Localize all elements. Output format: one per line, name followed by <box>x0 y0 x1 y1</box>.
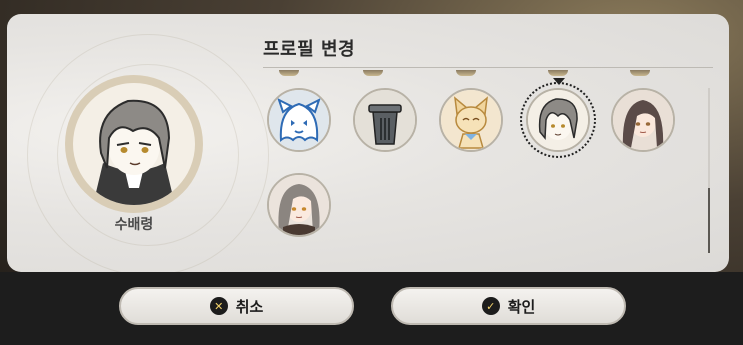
avatar-gray-hair-chibi[interactable] <box>520 82 596 158</box>
scrollbar-thumb[interactable] <box>708 188 710 253</box>
current-avatar-frame <box>65 75 203 213</box>
confirm-button[interactable]: ✓ 확인 <box>391 287 626 325</box>
scrolled-avatar-edge <box>630 70 650 76</box>
dialog-title: 프로필 변경 <box>263 39 356 60</box>
avatar-dark-hair-girl[interactable] <box>611 88 675 152</box>
avatar-gray-hair-girl[interactable] <box>267 173 331 237</box>
x-circle-icon: ✕ <box>209 297 228 315</box>
title-divider <box>263 67 713 68</box>
scrolled-avatar-edge <box>363 70 383 76</box>
selected-indicator-arrow <box>553 78 565 85</box>
cancel-button[interactable]: ✕ 취소 <box>119 287 354 325</box>
avatar-trash-can[interactable] <box>353 88 417 152</box>
scrolled-avatar-edge <box>279 70 299 76</box>
scrolled-avatar-edge <box>548 70 568 76</box>
confirm-button-label: 확인 <box>507 297 536 316</box>
current-avatar <box>73 83 195 205</box>
cancel-button-label: 취소 <box>235 297 264 316</box>
avatar-ghost-cat[interactable] <box>267 88 331 152</box>
scrolled-avatar-edge <box>456 70 476 76</box>
current-avatar-name: 수배령 <box>114 217 154 233</box>
bottom-action-bar <box>0 272 743 345</box>
avatar-fox[interactable] <box>439 88 503 152</box>
check-circle-icon: ✓ <box>481 297 500 315</box>
